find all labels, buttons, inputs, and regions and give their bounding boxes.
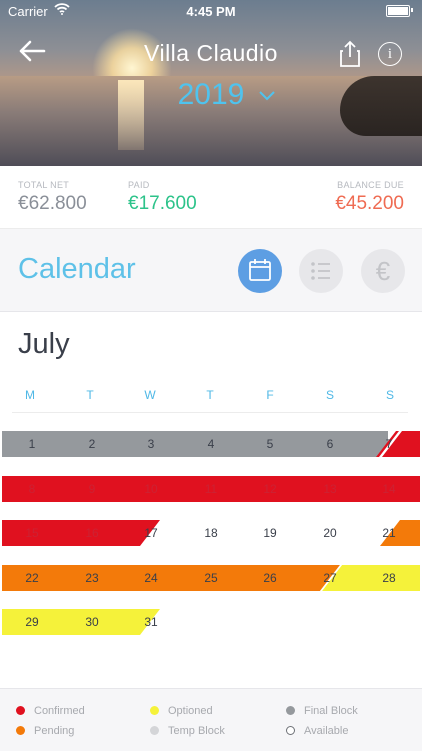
- calendar-day[interactable]: 29: [2, 609, 62, 635]
- calendar-day[interactable]: 12: [240, 476, 300, 502]
- calendar-day[interactable]: 10: [121, 476, 181, 502]
- calendar-day[interactable]: 23: [62, 565, 122, 591]
- calendar-week: 29 30 31: [0, 609, 422, 635]
- weekday-label: F: [266, 388, 274, 402]
- weekday-label: T: [86, 388, 94, 402]
- legend-final-block: Final Block: [286, 705, 358, 717]
- calendar-day[interactable]: 19: [240, 520, 300, 546]
- calendar-day[interactable]: 13: [300, 476, 360, 502]
- view-switcher-bar: Calendar €: [0, 229, 422, 312]
- legend-label: Pending: [34, 725, 75, 737]
- calendar-day[interactable]: 21: [359, 520, 419, 546]
- calendar-week: 15 16 17 18 19 20 21: [0, 520, 422, 546]
- totals-bar: TOTAL NET €62.800 PAID €17.600 BALANCE D…: [0, 166, 422, 229]
- section-title: Calendar: [18, 253, 136, 285]
- legend-optioned: Optioned: [150, 705, 213, 717]
- calendar-day[interactable]: 8: [2, 476, 62, 502]
- total-net-value: €62.800: [18, 193, 87, 214]
- temp-block-dot-icon: [150, 726, 159, 735]
- calendar-day[interactable]: 28: [359, 565, 419, 591]
- legend-label: Confirmed: [34, 705, 85, 717]
- calendar-day[interactable]: 2: [62, 431, 122, 457]
- calendar-day[interactable]: 6: [300, 431, 360, 457]
- calendar-week: 22 23 24 25 26 27 28: [0, 565, 422, 591]
- calendar-day[interactable]: 31: [121, 609, 181, 635]
- calendar-day[interactable]: 9: [62, 476, 122, 502]
- calendar-day[interactable]: 24: [121, 565, 181, 591]
- calendar-day[interactable]: 1: [2, 431, 62, 457]
- calendar-day[interactable]: 25: [181, 565, 241, 591]
- share-button[interactable]: [338, 40, 362, 68]
- battery-icon: [386, 5, 410, 17]
- calendar-week: 8 9 10 11 12 13 14: [0, 476, 422, 502]
- legend-available: Available: [286, 725, 348, 737]
- calendar-day[interactable]: 16: [62, 520, 122, 546]
- legend-label: Optioned: [168, 705, 213, 717]
- balance-due-value: €45.200: [335, 193, 404, 214]
- calendar-day[interactable]: 30: [62, 609, 122, 635]
- calendar-day[interactable]: 18: [181, 520, 241, 546]
- divider: [12, 412, 408, 413]
- legend-label: Available: [304, 725, 349, 737]
- info-icon: i: [387, 46, 393, 62]
- weekday-label: S: [385, 388, 394, 402]
- total-net: TOTAL NET €62.800: [18, 180, 87, 215]
- calendar-day[interactable]: 7: [359, 431, 419, 457]
- calendar-view-button[interactable]: [238, 249, 282, 293]
- calendar-day[interactable]: 20: [300, 520, 360, 546]
- calendar-day[interactable]: 11: [181, 476, 241, 502]
- weekday-header: M T W T F S S: [0, 388, 422, 404]
- pending-dot-icon: [16, 726, 25, 735]
- legend-label: Temp Block: [168, 725, 225, 737]
- weekday-label: S: [325, 388, 334, 402]
- weekday-label: M: [25, 388, 35, 402]
- calendar-day[interactable]: 27: [300, 565, 360, 591]
- euro-icon: €: [375, 256, 391, 286]
- weekday-label: T: [206, 388, 214, 402]
- battery-tip: [411, 8, 413, 12]
- optioned-dot-icon: [150, 706, 159, 715]
- calendar-day[interactable]: 5: [240, 431, 300, 457]
- legend-pending: Pending: [16, 725, 74, 737]
- legend-label: Final Block: [304, 705, 358, 717]
- header-photo: Carrier 4:45 PM Villa Claudio i 2019: [0, 0, 422, 166]
- paid: PAID €17.600: [128, 180, 197, 215]
- legend-temp-block: Temp Block: [150, 725, 225, 737]
- legend-confirmed: Confirmed: [16, 705, 85, 717]
- balance-due-label: BALANCE DUE: [337, 180, 404, 190]
- paid-label: PAID: [128, 180, 150, 190]
- total-net-label: TOTAL NET: [18, 180, 70, 190]
- status-bar: Carrier 4:45 PM: [0, 0, 422, 22]
- calendar-day[interactable]: 22: [2, 565, 62, 591]
- calendar-day[interactable]: 26: [240, 565, 300, 591]
- calendar-week: 1 2 3 4 5 6 7: [0, 431, 422, 457]
- calendar-day[interactable]: 17: [121, 520, 181, 546]
- status-legend: Confirmed Optioned Final Block Pending T…: [0, 688, 422, 751]
- share-icon: [340, 40, 360, 67]
- list-view-button[interactable]: [299, 249, 343, 293]
- weekday-label: W: [144, 388, 156, 402]
- balance-due: BALANCE DUE €45.200: [335, 180, 404, 215]
- list-icon: [311, 262, 330, 280]
- calendar-day[interactable]: 15: [2, 520, 62, 546]
- confirmed-dot-icon: [16, 706, 25, 715]
- year-selector[interactable]: 2019: [0, 78, 422, 112]
- final-block-dot-icon: [286, 706, 295, 715]
- payments-view-button[interactable]: €: [361, 249, 405, 293]
- paid-value: €17.600: [128, 193, 197, 214]
- calendar-day[interactable]: 3: [121, 431, 181, 457]
- year-label: 2019: [177, 78, 245, 111]
- calendar-day[interactable]: 14: [359, 476, 419, 502]
- calendar-day[interactable]: 4: [181, 431, 241, 457]
- info-button[interactable]: i: [378, 42, 402, 66]
- chevron-down-icon: [259, 91, 275, 101]
- calendar-icon: [249, 259, 271, 281]
- clock: 4:45 PM: [186, 4, 236, 19]
- available-dot-icon: [286, 726, 295, 735]
- month-title: July: [18, 328, 70, 360]
